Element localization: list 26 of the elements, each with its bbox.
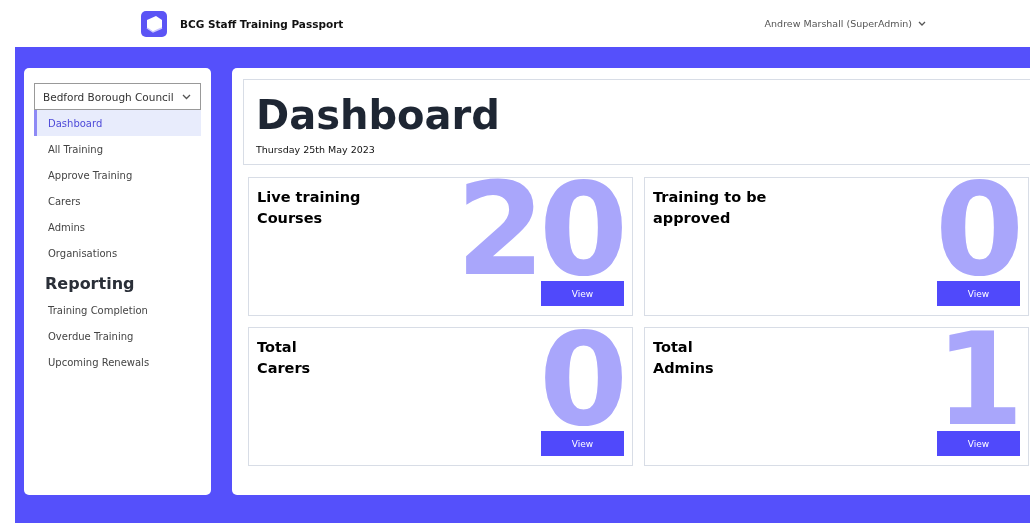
view-button[interactable]: View: [937, 281, 1020, 306]
view-button[interactable]: View: [541, 281, 624, 306]
card-title: Total Admins: [653, 338, 714, 378]
user-menu[interactable]: Andrew Marshall (SuperAdmin): [764, 18, 926, 29]
stat-count: 1: [934, 332, 1018, 428]
sidebar-item[interactable]: Overdue Training: [34, 323, 201, 349]
sidebar-item[interactable]: Upcoming Renewals: [34, 349, 201, 375]
view-button[interactable]: View: [937, 431, 1020, 456]
card-title: Total Carers: [257, 338, 311, 378]
date-text: Thursday 25th May 2023: [256, 144, 376, 155]
sidebar-item[interactable]: Organisations: [34, 240, 201, 266]
section-heading: Reporting: [44, 273, 136, 295]
organisation-dropdown[interactable]: Bedford Borough Council: [34, 83, 201, 110]
sidebar-item[interactable]: Carers: [34, 188, 201, 214]
view-button[interactable]: View: [541, 431, 624, 456]
sidebar-item[interactable]: Dashboard: [34, 110, 201, 136]
sidebar-item[interactable]: Training Completion: [34, 297, 201, 323]
card-title: Live training Courses: [257, 188, 361, 228]
sidebar-item[interactable]: Admins: [34, 214, 201, 240]
chevron-down-icon: [918, 20, 926, 27]
chevron-down-icon: [182, 93, 191, 100]
sidebar-item[interactable]: All Training: [34, 136, 201, 162]
card-title: Training to be approved: [653, 188, 767, 228]
page-title: Dashboard: [256, 91, 501, 140]
app-title: BCG Staff Training Passport: [180, 17, 344, 30]
sidebar-item[interactable]: Approve Training: [34, 162, 201, 188]
